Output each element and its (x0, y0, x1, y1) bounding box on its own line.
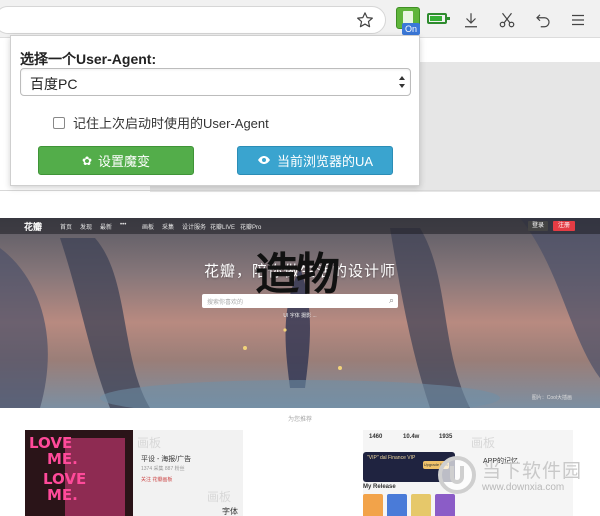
login-button[interactable]: 登录 (528, 221, 548, 231)
font-label: 字体 (222, 507, 238, 516)
address-bar[interactable] (0, 6, 386, 34)
battery-icon[interactable] (427, 13, 450, 24)
selected-user-agent: 百度PC (30, 76, 78, 92)
release-tile (411, 494, 431, 516)
scissors-icon[interactable] (496, 9, 518, 31)
board-ghost-label: 画板 (471, 436, 496, 450)
board-ghost-label: 画板 (207, 490, 232, 504)
watermark-logo-icon (438, 456, 476, 494)
stat-value: 1935 (439, 434, 453, 440)
screenshot: On 选择一个User-Agent: 百度PC 记住上次启动时使用的User-A… (0, 0, 600, 516)
board-ghost-label: 画板 (137, 436, 162, 450)
download-icon[interactable] (460, 9, 482, 31)
user-agent-select[interactable]: 百度PC (20, 68, 411, 96)
watermark: 当下软件园 www.downxia.com (438, 450, 600, 500)
nav-more[interactable]: ••• (120, 222, 126, 228)
vip-title: "VIP" dal Finance VIP (367, 455, 416, 461)
nav-design[interactable]: 设计服务 (182, 222, 206, 231)
release-tile (387, 494, 407, 516)
watermark-url: www.downxia.com (482, 482, 565, 493)
star-icon[interactable] (354, 9, 376, 31)
extension-on-badge: On (402, 23, 421, 35)
eye-icon (257, 154, 271, 168)
poster-text: ME. (47, 486, 78, 504)
gear-icon: ✿ (81, 153, 93, 168)
hero-tags[interactable]: UI 字体 摄影 ... (0, 312, 600, 319)
board-card[interactable]: LOVE ME. LOVE ME. 画板 平设 - 海报/广告 1374 采集 … (25, 430, 243, 516)
board-follow[interactable]: 关注 花瓣画板 (141, 476, 172, 483)
hero-credit: 图片：Cool大插画 (531, 395, 572, 401)
stat-value: 1460 (369, 434, 383, 440)
remember-option[interactable]: 记住上次启动时使用的User-Agent (53, 113, 269, 132)
board-meta: 1374 采集 887 粉丝 (141, 466, 185, 472)
signup-button[interactable]: 注册 (553, 221, 575, 231)
nav-pro[interactable]: 花瓣Pro (240, 222, 261, 231)
nav-discover[interactable]: 发现 (80, 222, 92, 231)
nav-home[interactable]: 首页 (60, 222, 72, 231)
my-release-label: My Release (363, 484, 396, 490)
poster-text: LOVE (29, 434, 73, 452)
nav-latest[interactable]: 最新 (100, 222, 112, 231)
search-icon[interactable]: ⌕ (389, 295, 394, 306)
poster-text: ME. (47, 450, 78, 468)
board-name[interactable]: 平设 - 海报/广告 (141, 454, 191, 464)
undo-icon[interactable] (532, 9, 554, 31)
current-ua-button[interactable]: 当前浏览器的UA (237, 146, 393, 175)
current-ua-label: 当前浏览器的UA (276, 154, 374, 169)
nav-pins[interactable]: 采集 (162, 222, 174, 231)
popup-title: 选择一个User-Agent: (20, 51, 157, 67)
watermark-title: 当下软件园 (482, 461, 583, 482)
nav-live[interactable]: 花瓣LIVE (210, 222, 235, 231)
nav-boards[interactable]: 画板 (142, 222, 154, 231)
release-tile (363, 494, 383, 516)
recommend-heading: 为您推荐 (287, 417, 312, 423)
poster-image: LOVE ME. LOVE ME. (25, 430, 133, 516)
stat-value: 10.4w (403, 434, 420, 440)
divider (0, 190, 600, 191)
browser-toolbar: On (0, 0, 600, 38)
search-placeholder: 搜索你喜欢的 (207, 300, 244, 306)
site-logo[interactable]: 花瓣 (24, 220, 42, 233)
apply-ua-button[interactable]: ✿ 设置魔变 (38, 146, 194, 175)
remember-checkbox[interactable] (53, 116, 65, 129)
user-agent-popup: 选择一个User-Agent: 百度PC 记住上次启动时使用的User-Agen… (10, 35, 420, 186)
brand-mark: 造物 (255, 249, 340, 300)
menu-icon[interactable] (567, 9, 589, 31)
remember-label: 记住上次启动时使用的User-Agent (73, 116, 269, 131)
site-navbar: 花瓣 首页 发现 最新 ••• 画板 采集 设计服务 花瓣LIVE 花瓣Pro … (0, 218, 600, 234)
select-arrows-icon (398, 73, 406, 91)
apply-ua-label: 设置魔变 (98, 154, 151, 169)
poster-text: LOVE (43, 470, 87, 488)
